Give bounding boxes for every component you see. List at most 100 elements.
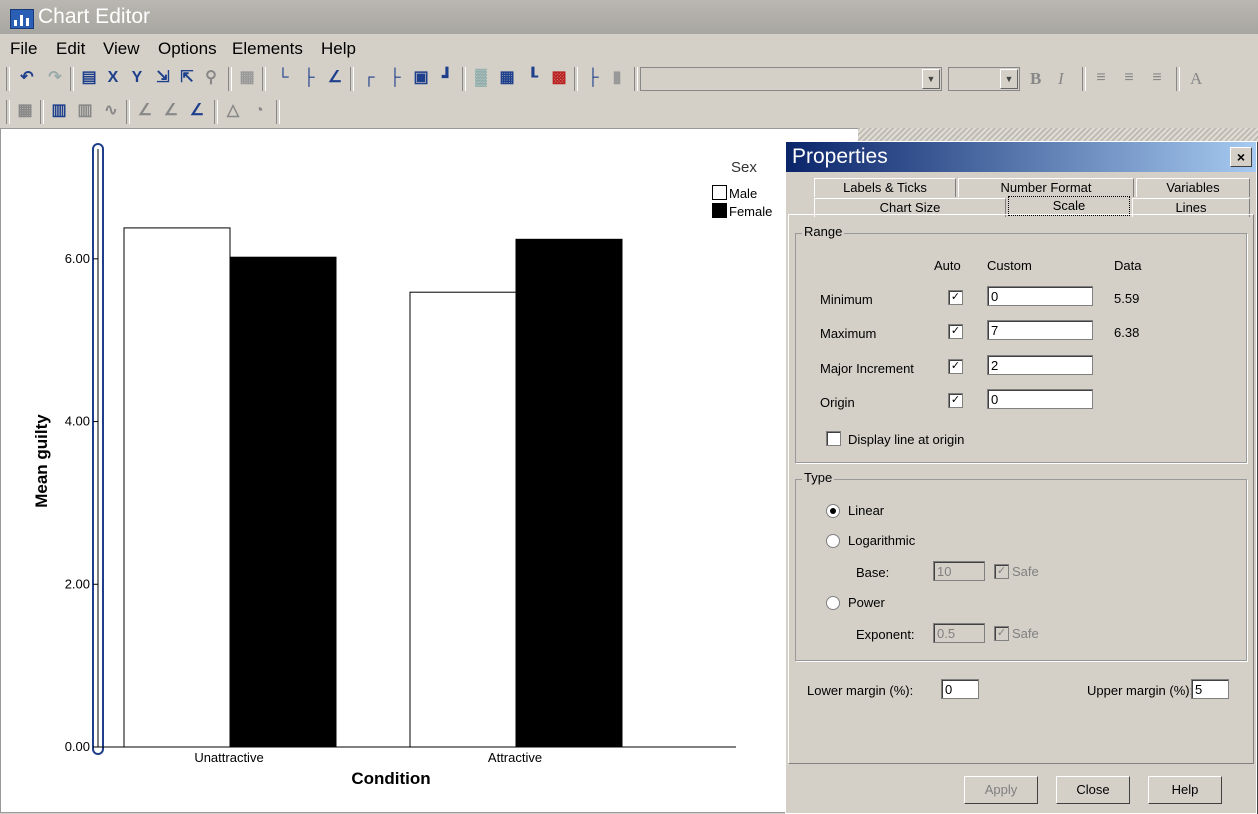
chart-svg: 0.00 2.00 4.00 6.00 (65, 149, 736, 754)
origin-auto-checkbox[interactable]: ✓ (948, 393, 963, 408)
bar-male-unattractive[interactable] (123, 227, 231, 748)
area-chart-icon[interactable]: ∠ (186, 100, 208, 122)
upper-margin-input[interactable]: 5 (1191, 679, 1229, 699)
error-bars-icon[interactable]: ┖ (522, 67, 544, 89)
area-icon[interactable]: △ (222, 100, 244, 122)
toolbar-main: ↶ ↷ ▤ X Y ⇲ ⇱ ⚲ ▦ └ ├ ∠ ┌ ├ ▣ ┛ ▓ ▦ ┖ ▩ … (0, 63, 1258, 95)
undo-icon[interactable]: ↶ (16, 67, 38, 89)
reference-line-y-icon[interactable]: └ (272, 67, 294, 89)
menu-help[interactable]: Help (321, 35, 356, 63)
major-increment-auto-checkbox[interactable]: ✓ (948, 359, 963, 374)
logarithmic-radio[interactable] (826, 534, 840, 548)
menu-options[interactable]: Options (158, 35, 217, 63)
menu-view[interactable]: View (103, 35, 140, 63)
base-input[interactable]: 10 (933, 561, 985, 581)
tab-variables[interactable]: Variables (1136, 178, 1250, 197)
scatter-fit-icon[interactable]: ∠ (160, 100, 182, 122)
bold-button[interactable]: B (1030, 69, 1041, 89)
line-chart-icon[interactable]: ∿ (100, 100, 122, 122)
reference-line-x-icon[interactable]: ├ (298, 67, 320, 89)
tab-labels-ticks[interactable]: Labels & Ticks (814, 178, 956, 197)
major-increment-custom-input[interactable]: 2 (987, 355, 1093, 375)
origin-custom-input[interactable]: 0 (987, 389, 1093, 409)
type-group-label: Type (802, 470, 835, 485)
legend-icon[interactable]: ▩ (548, 67, 570, 89)
bar-options-icon[interactable]: ▮ (606, 67, 628, 89)
close-button[interactable]: Close (1056, 776, 1130, 804)
power-safe-checkbox[interactable]: ✓ (994, 626, 1009, 641)
bar-male-attractive[interactable] (409, 291, 517, 748)
fit-line-icon[interactable]: ∠ (324, 67, 346, 89)
x-tick-label: Unattractive (194, 750, 264, 765)
properties-dialog: Properties × Labels & Ticks Number Forma… (785, 141, 1257, 814)
data-labels-icon[interactable]: ▦ (496, 67, 518, 89)
power-radio[interactable] (826, 596, 840, 610)
apply-button[interactable]: Apply (964, 776, 1038, 804)
italic-button[interactable]: I (1058, 69, 1064, 89)
scatter-icon[interactable]: ∠ (134, 100, 156, 122)
data-column-header: Data (1114, 258, 1142, 273)
minimum-data-value: 5.59 (1114, 291, 1140, 306)
bar-chart-icon[interactable]: ▥ (48, 100, 70, 122)
align-left-icon[interactable]: ≡ (1090, 67, 1112, 89)
minimum-auto-checkbox[interactable]: ✓ (948, 290, 963, 305)
select-y-axis-icon[interactable]: Y (126, 67, 148, 89)
align-right-icon[interactable]: ≡ (1146, 67, 1168, 89)
x-axis-title[interactable]: Condition (291, 769, 491, 789)
chevron-down-icon[interactable]: ▼ (922, 69, 940, 89)
bar-female-unattractive[interactable] (229, 256, 337, 748)
select-x-axis-icon[interactable]: X (102, 67, 124, 89)
toolbar-separator (262, 67, 266, 91)
chart-canvas[interactable]: 0.00 2.00 4.00 6.00 Unattractive Attractive… (0, 128, 860, 813)
title-icon[interactable]: ┌ (358, 67, 380, 89)
footnote-icon[interactable]: ├ (384, 67, 406, 89)
data-label-mode-icon[interactable]: ▦ (236, 67, 258, 89)
maximum-auto-checkbox[interactable]: ✓ (948, 324, 963, 339)
y-tick-label: 0.00 (65, 739, 90, 754)
resize-icon[interactable]: ⇱ (176, 67, 198, 89)
clustered-bar-icon[interactable]: ▥ (74, 100, 96, 122)
chevron-down-icon[interactable]: ▼ (1000, 69, 1018, 89)
bar-female-attractive[interactable] (515, 238, 623, 748)
linear-radio[interactable] (826, 504, 840, 518)
y-tick-label: 2.00 (65, 576, 90, 591)
close-icon[interactable]: × (1230, 147, 1252, 167)
grid-lines-icon[interactable]: ▓ (470, 67, 492, 89)
lower-margin-input[interactable]: 0 (941, 679, 979, 699)
tab-number-format[interactable]: Number Format (958, 178, 1134, 197)
log-safe-checkbox[interactable]: ✓ (994, 564, 1009, 579)
display-line-origin-checkbox[interactable] (826, 431, 841, 446)
font-size-combo[interactable]: ▼ (948, 67, 1020, 91)
maximum-custom-input[interactable]: 7 (987, 320, 1093, 340)
redo-icon[interactable]: ↷ (44, 67, 66, 89)
legend-item-male[interactable]: Male (712, 185, 757, 201)
toolbar-chart-types: ▦ ▥ ▥ ∿ ∠ ∠ ∠ △ ◔ (0, 96, 1258, 128)
lasso-icon[interactable]: ⚲ (200, 67, 222, 89)
help-button[interactable]: Help (1148, 776, 1222, 804)
menu-elements[interactable]: Elements (232, 35, 303, 63)
font-family-combo[interactable]: ▼ (640, 67, 942, 91)
menu-file[interactable]: File (10, 35, 37, 63)
align-center-icon[interactable]: ≡ (1118, 67, 1140, 89)
transpose-icon[interactable]: ├ (582, 67, 604, 89)
legend-title[interactable]: Sex (731, 159, 757, 176)
origin-label: Origin (820, 395, 855, 410)
text-box-icon[interactable]: ▣ (410, 67, 432, 89)
range-group: Range Auto Custom Data Minimum ✓ 0 5.59 … (795, 224, 1247, 463)
exponent-input[interactable]: 0.5 (933, 623, 985, 643)
annotation-icon[interactable]: ┛ (436, 67, 458, 89)
power-label: Power (848, 595, 885, 610)
dialog-title-bar: Properties × (786, 142, 1256, 172)
legend-item-female[interactable]: Female (712, 203, 772, 219)
tab-scale[interactable]: Scale (1008, 196, 1130, 216)
rescale-chart-icon[interactable]: ⇲ (152, 67, 174, 89)
text-style-button[interactable]: A (1190, 69, 1202, 89)
grid-icon[interactable]: ▦ (14, 100, 36, 122)
title-bar: Chart Editor (0, 0, 1258, 34)
properties-icon[interactable]: ▤ (78, 67, 100, 89)
minimum-custom-input[interactable]: 0 (987, 286, 1093, 306)
menu-edit[interactable]: Edit (56, 35, 85, 63)
legend-label-male: Male (729, 186, 758, 201)
y-axis-title[interactable]: Mean guilty (32, 386, 52, 536)
pie-chart-icon[interactable]: ◔ (248, 100, 270, 122)
